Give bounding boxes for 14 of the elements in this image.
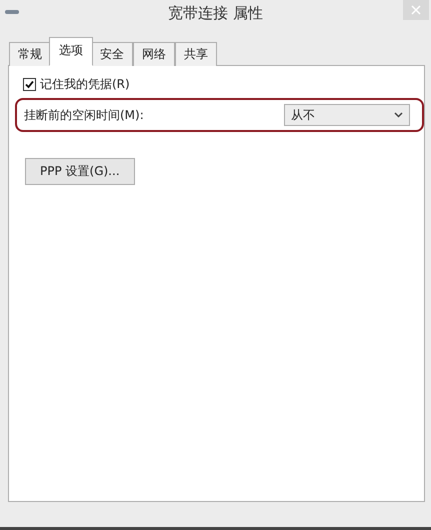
idle-time-dropdown[interactable]: 从不 bbox=[284, 104, 410, 126]
tab[interactable]: 共享 bbox=[175, 42, 217, 66]
ppp-settings-button[interactable]: PPP 设置(G)... bbox=[25, 158, 135, 185]
tab[interactable]: 网络 bbox=[133, 42, 175, 66]
tab[interactable]: 选项 bbox=[49, 37, 93, 66]
idle-time-label: 挂断前的空闲时间(M): bbox=[24, 106, 144, 124]
chevron-down-icon bbox=[394, 112, 403, 118]
tab[interactable]: 常规 bbox=[9, 42, 51, 66]
checkbox-label: 记住我的凭据(R) bbox=[40, 76, 130, 93]
window-title: 宽带连接 属性 bbox=[168, 4, 263, 23]
tab[interactable]: 安全 bbox=[91, 42, 133, 66]
network-icon bbox=[5, 9, 19, 15]
checkbox[interactable] bbox=[23, 78, 36, 91]
close-icon bbox=[411, 5, 421, 15]
